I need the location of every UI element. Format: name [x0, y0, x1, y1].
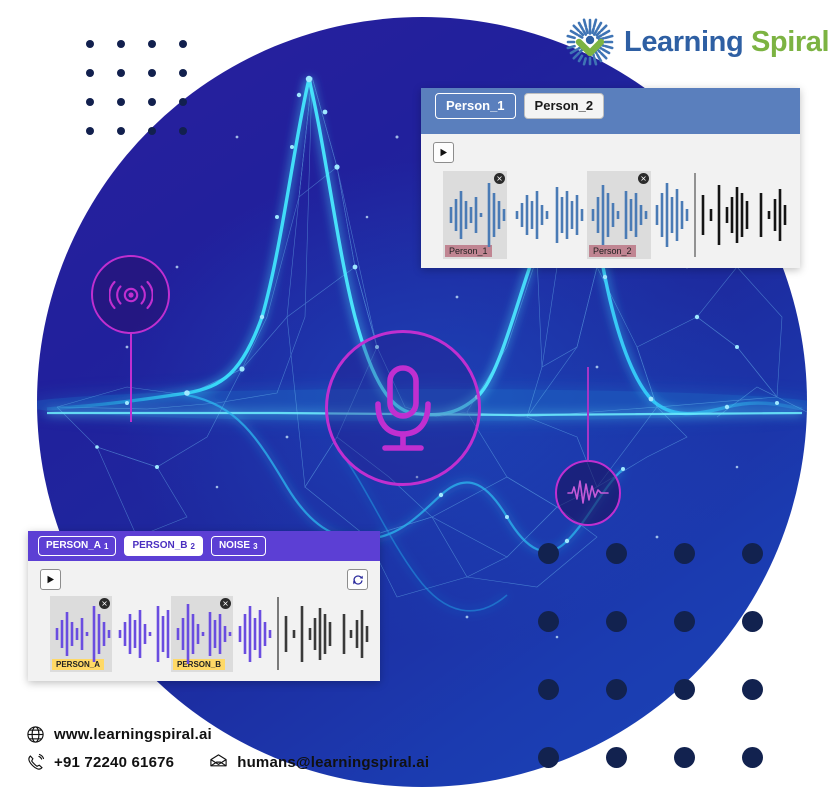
tab-person-2[interactable]: Person_2 [523, 92, 605, 120]
footer-website-row[interactable]: www.learningspiral.ai [26, 725, 429, 744]
play-button[interactable] [433, 142, 454, 163]
panel-top-header: Person_1 Person_2 [421, 88, 800, 134]
tab-person-a[interactable]: PERSON_A 1 [38, 535, 117, 557]
brand-name-part1: Learning [624, 25, 744, 58]
poster-canvas: Learning Spiral Person_1 Person_2 × Pers… [0, 0, 834, 800]
footer-phone: +91 72240 61676 [54, 754, 175, 771]
waveform-icon-stem [587, 367, 589, 462]
panel-bottom-toolbar [28, 561, 380, 592]
speaker-diarization-panel-purple: PERSON_A 1 PERSON_B 2 NOISE 3 × PERSON_A… [28, 531, 380, 681]
play-button[interactable] [40, 569, 61, 590]
refresh-icon [352, 574, 363, 585]
tab-noise-label: NOISE [218, 539, 251, 551]
audio-waveform-icon [555, 367, 621, 526]
footer-contact: www.learningspiral.ai +91 72240 61676 hu… [26, 725, 429, 781]
phone-icon [28, 753, 45, 770]
brand-name-part2: Spiral [750, 25, 830, 58]
speaker-diarization-panel-blue: Person_1 Person_2 × Person_1 × Person_2 [421, 88, 800, 268]
sunburst-spiral-logo-icon [562, 14, 618, 70]
refresh-button[interactable] [347, 569, 368, 590]
audio-waveform-display [55, 597, 369, 670]
panel-top-waveform-track[interactable]: × Person_1 × Person_2 [431, 171, 790, 261]
audio-waveform-display [449, 173, 787, 257]
tab-person-a-label: PERSON_A [46, 539, 102, 551]
tab-noise[interactable]: NOISE 3 [210, 535, 266, 557]
panel-top-toolbar [421, 134, 800, 165]
footer-email: humans@learningspiral.ai [237, 754, 430, 771]
tab-person-b-index: 2 [190, 541, 195, 551]
tab-noise-index: 3 [253, 541, 258, 551]
play-icon [47, 575, 54, 584]
panel-bottom-body: × PERSON_A × PERSON_B [28, 561, 380, 681]
tab-person-a-index: 1 [104, 541, 109, 551]
decorative-dot-grid-bottom-right [538, 543, 810, 800]
microphone-icon [325, 330, 481, 486]
panel-top-body: × Person_1 × Person_2 [421, 134, 800, 268]
tab-person-b-label: PERSON_B [132, 539, 188, 551]
panel-bottom-header: PERSON_A 1 PERSON_B 2 NOISE 3 [28, 531, 380, 561]
brand-logo: Learning Spiral [562, 14, 830, 70]
tab-person-2-label: Person_2 [534, 97, 594, 113]
signal-icon-stem [129, 332, 132, 422]
tab-person-1-label: Person_1 [446, 97, 505, 113]
footer-website: www.learningspiral.ai [54, 726, 212, 743]
globe-icon [27, 726, 44, 743]
decorative-dot-grid-top-left [86, 40, 210, 156]
footer-email-group[interactable]: humans@learningspiral.ai [209, 753, 429, 772]
signal-broadcast-icon [91, 255, 170, 422]
panel-bottom-waveform-track[interactable]: × PERSON_A × PERSON_B [38, 596, 370, 674]
brand-name: Learning Spiral [624, 25, 830, 58]
tab-person-1[interactable]: Person_1 [435, 92, 516, 120]
footer-phone-email-row: +91 72240 61676 humans@learningspiral.ai [26, 753, 429, 772]
envelope-icon [210, 754, 227, 767]
tab-person-b[interactable]: PERSON_B 2 [124, 535, 203, 557]
play-icon [440, 148, 447, 157]
footer-phone-group[interactable]: +91 72240 61676 [26, 753, 174, 772]
